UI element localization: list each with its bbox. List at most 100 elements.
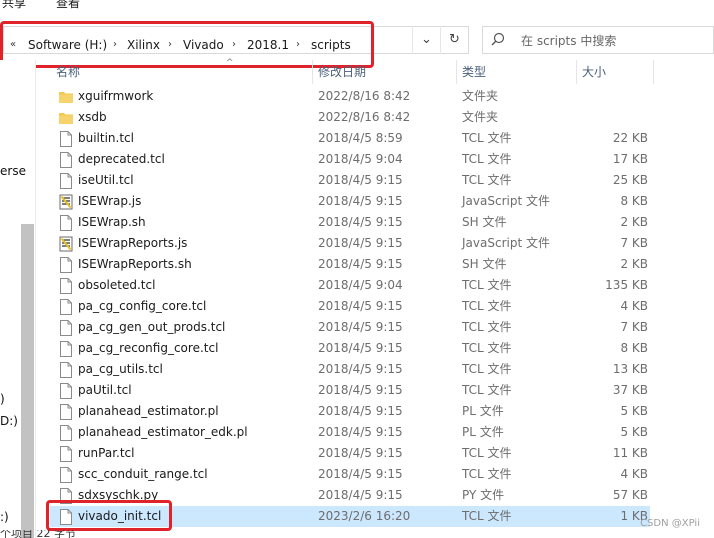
file-size: 5 KB <box>620 425 648 439</box>
file-row[interactable]: scc_conduit_range.tcl 2018/4/5 9:15 TCL 文件… <box>50 464 650 485</box>
file-type: JavaScript 文件 <box>462 194 550 208</box>
file-type: TCL 文件 <box>462 152 512 166</box>
file-icon <box>59 383 73 399</box>
file-row[interactable]: builtin.tcl 2018/4/5 8:59 TCL 文件 22 KB <box>50 128 650 149</box>
file-row[interactable]: xguifrmwork 2022/8/16 8:42 文件夹 <box>50 86 650 107</box>
file-type: TCL 文件 <box>462 341 512 355</box>
file-date: 2018/4/5 9:15 <box>318 320 403 334</box>
file-type: TCL 文件 <box>462 320 512 334</box>
file-row[interactable]: ISEWrap.sh 2018/4/5 9:15 SH 文件 2 KB <box>50 212 650 233</box>
file-row[interactable]: xsdb 2022/8/16 8:42 文件夹 <box>50 107 650 128</box>
file-size: 4 KB <box>620 299 648 313</box>
explorer-window: 共享 查看 « Software (H:) › Xilinx › Vivado … <box>0 0 714 538</box>
file-type: TCL 文件 <box>462 383 512 397</box>
file-size: 2 KB <box>620 215 648 229</box>
file-type: TCL 文件 <box>462 509 512 523</box>
file-size: 135 KB <box>605 278 648 292</box>
file-row[interactable]: ISEWrap.js 2018/4/5 9:15 JavaScript 文件 8 KB <box>50 191 650 212</box>
file-row[interactable]: ISEWrapReports.js 2018/4/5 9:15 JavaScript… <box>50 233 650 254</box>
search-placeholder: 在 scripts 中搜索 <box>521 34 617 48</box>
file-type: TCL 文件 <box>462 131 512 145</box>
file-name[interactable]: pa_cg_reconfig_core.tcl <box>78 338 218 359</box>
file-name[interactable]: builtin.tcl <box>78 128 134 149</box>
file-icon <box>59 446 73 462</box>
script-icon <box>59 194 73 210</box>
column-header: ^ 名称 修改日期 类型 大小 <box>50 58 654 84</box>
column-type[interactable]: 类型 <box>456 60 576 84</box>
file-type: SH 文件 <box>462 215 507 229</box>
file-date: 2018/4/5 9:04 <box>318 278 403 292</box>
nav-fragment[interactable]: :) <box>0 510 9 524</box>
file-date: 2018/4/5 9:15 <box>318 236 403 250</box>
file-name[interactable]: ISEWrap.sh <box>78 212 146 233</box>
nav-fragment[interactable]: erse <box>0 164 26 178</box>
file-row[interactable]: iseUtil.tcl 2018/4/5 9:15 TCL 文件 25 KB <box>50 170 650 191</box>
file-row[interactable]: planahead_estimator_edk.pl 2018/4/5 9:15 P… <box>50 422 650 443</box>
navigation-pane[interactable]: erse ) D:) :) <box>0 60 36 538</box>
file-date: 2018/4/5 9:15 <box>318 446 403 460</box>
column-name[interactable]: 名称 <box>50 60 312 84</box>
file-date: 2018/4/5 9:15 <box>318 383 403 397</box>
file-type: PY 文件 <box>462 488 505 502</box>
file-size: 7 KB <box>620 236 648 250</box>
file-name[interactable]: scc_conduit_range.tcl <box>78 464 208 485</box>
file-name[interactable]: xguifrmwork <box>78 86 153 107</box>
file-name[interactable]: ISEWrapReports.js <box>78 233 187 254</box>
file-size: 8 KB <box>620 341 648 355</box>
column-date[interactable]: 修改日期 <box>312 60 456 84</box>
file-name[interactable]: planahead_estimator.pl <box>78 401 219 422</box>
nav-fragment[interactable]: ) <box>0 392 5 406</box>
file-size: 4 KB <box>620 467 648 481</box>
file-icon <box>59 257 73 273</box>
file-row[interactable]: runPar.tcl 2018/4/5 9:15 TCL 文件 11 KB <box>50 443 650 464</box>
file-name[interactable]: iseUtil.tcl <box>78 170 134 191</box>
file-row[interactable]: deprecated.tcl 2018/4/5 9:04 TCL 文件 17 KB <box>50 149 650 170</box>
file-row[interactable]: pa_cg_utils.tcl 2018/4/5 9:15 TCL 文件 13 KB <box>50 359 650 380</box>
ribbon-tab-view[interactable]: 查看 <box>56 0 80 10</box>
file-name[interactable]: xsdb <box>78 107 107 128</box>
file-date: 2018/4/5 9:15 <box>318 299 403 313</box>
nav-fragment[interactable]: D:) <box>0 414 18 428</box>
column-divider[interactable] <box>653 60 654 84</box>
file-row[interactable]: ISEWrapReports.sh 2018/4/5 9:15 SH 文件 2 KB <box>50 254 650 275</box>
file-type: PL 文件 <box>462 425 504 439</box>
file-date: 2018/4/5 9:15 <box>318 215 403 229</box>
file-name[interactable]: paUtil.tcl <box>78 380 132 401</box>
file-icon <box>59 425 73 441</box>
file-name[interactable]: deprecated.tcl <box>78 149 165 170</box>
column-size[interactable]: 大小 <box>576 60 654 84</box>
file-type: PL 文件 <box>462 404 504 418</box>
file-name[interactable]: pa_cg_gen_out_prods.tcl <box>78 317 225 338</box>
file-row[interactable]: pa_cg_gen_out_prods.tcl 2018/4/5 9:15 TCL … <box>50 317 650 338</box>
file-row[interactable]: obsoleted.tcl 2018/4/5 9:04 TCL 文件 135 KB <box>50 275 650 296</box>
file-date: 2022/8/16 8:42 <box>318 110 411 124</box>
file-row[interactable]: pa_cg_config_core.tcl 2018/4/5 9:15 TCL 文件… <box>50 296 650 317</box>
file-icon <box>59 362 73 378</box>
file-date: 2018/4/5 9:15 <box>318 404 403 418</box>
chevron-down-icon[interactable]: ⌄ <box>412 26 440 54</box>
file-date: 2022/8/16 8:42 <box>318 89 411 103</box>
file-name[interactable]: planahead_estimator_edk.pl <box>78 422 248 443</box>
file-date: 2018/4/5 9:15 <box>318 173 403 187</box>
file-name[interactable]: pa_cg_config_core.tcl <box>78 296 206 317</box>
file-name[interactable]: ISEWrapReports.sh <box>78 254 192 275</box>
search-box[interactable]: 在 scripts 中搜索 <box>482 26 714 54</box>
file-name[interactable]: ISEWrap.js <box>78 191 141 212</box>
status-bar: 个项目 22 字节 <box>0 530 714 538</box>
nav-scrollbar[interactable] <box>21 224 34 538</box>
search-icon <box>491 32 505 46</box>
file-date: 2023/2/6 16:20 <box>318 509 411 523</box>
file-row[interactable]: pa_cg_reconfig_core.tcl 2018/4/5 9:15 TCL … <box>50 338 650 359</box>
file-type: 文件夹 <box>462 110 499 124</box>
file-row[interactable]: planahead_estimator.pl 2018/4/5 9:15 PL 文件… <box>50 401 650 422</box>
file-row[interactable]: paUtil.tcl 2018/4/5 9:15 TCL 文件 37 KB <box>50 380 650 401</box>
file-size: 22 KB <box>612 131 648 145</box>
refresh-icon[interactable]: ↻ <box>440 26 468 54</box>
file-icon <box>59 131 73 147</box>
file-name[interactable]: pa_cg_utils.tcl <box>78 359 163 380</box>
file-icon <box>59 320 73 336</box>
ribbon-tab-share[interactable]: 共享 <box>2 0 26 10</box>
file-name[interactable]: runPar.tcl <box>78 443 134 464</box>
file-name[interactable]: obsoleted.tcl <box>78 275 155 296</box>
file-type: TCL 文件 <box>462 467 512 481</box>
